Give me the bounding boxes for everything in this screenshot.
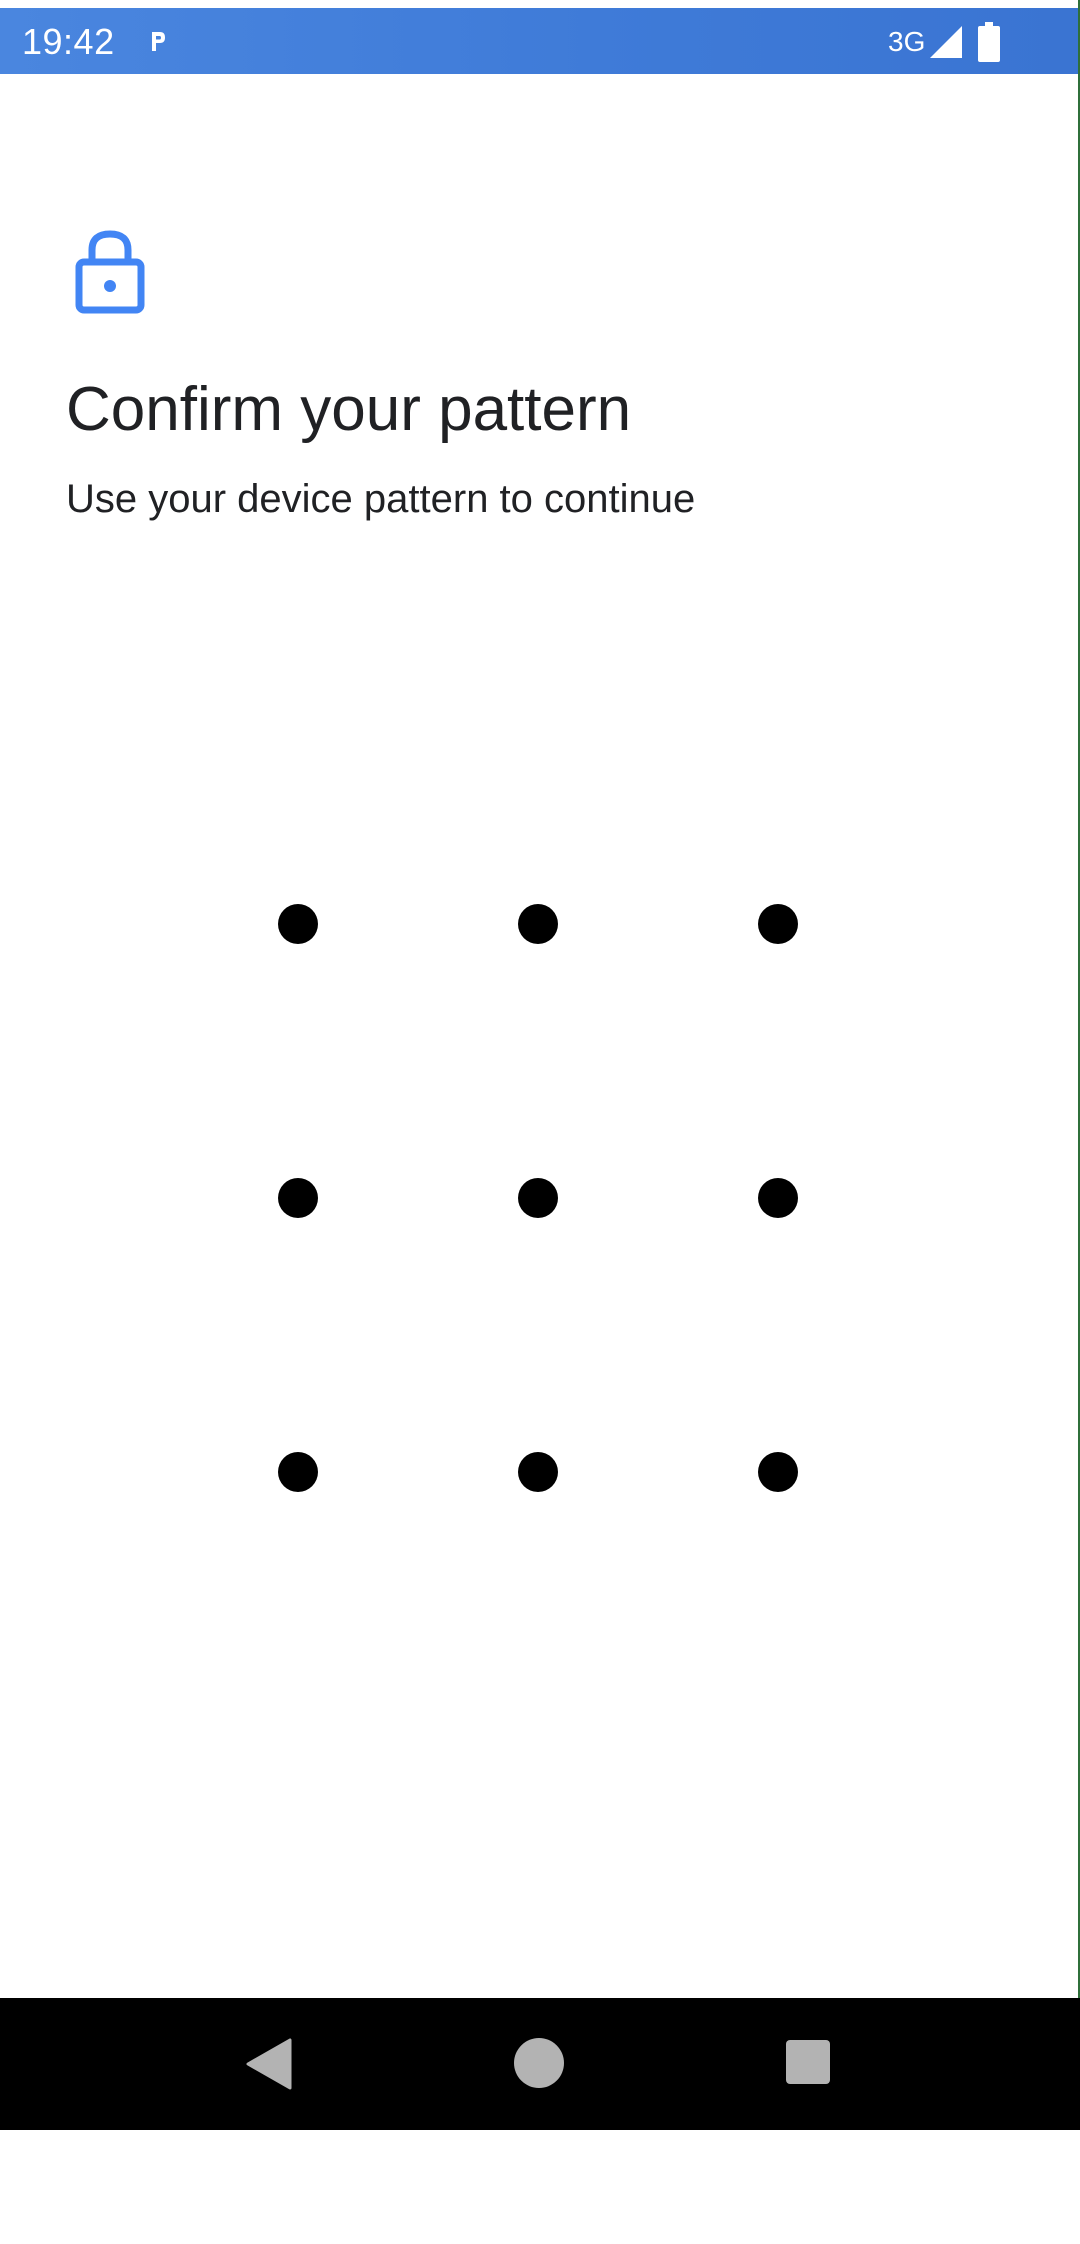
pattern-dot-9[interactable] <box>758 1452 798 1492</box>
pattern-dot-2[interactable] <box>518 904 558 944</box>
pattern-dot-8[interactable] <box>518 1452 558 1492</box>
status-time: 19:42 <box>22 21 115 62</box>
battery-icon <box>978 22 1000 62</box>
network-type-label: 3G <box>888 26 926 57</box>
page-subtitle: Use your device pattern to continue <box>66 477 696 521</box>
page-title: Confirm your pattern <box>66 375 632 444</box>
device-screen: 19:42 3G Confirm your pattern Use your d… <box>0 0 1080 2244</box>
pattern-dot-6[interactable] <box>758 1178 798 1218</box>
pattern-dot-7[interactable] <box>278 1452 318 1492</box>
navigation-bar <box>0 1998 1080 2130</box>
parking-p-icon <box>152 32 165 51</box>
home-button[interactable] <box>514 2038 564 2088</box>
status-bar: 19:42 3G <box>0 8 1078 74</box>
pattern-dot-1[interactable] <box>278 904 318 944</box>
pattern-grid[interactable] <box>176 800 902 1492</box>
lock-icon <box>75 230 145 314</box>
signal-icon <box>930 26 962 58</box>
recents-button[interactable] <box>786 2040 830 2084</box>
pattern-dot-3[interactable] <box>758 904 798 944</box>
pattern-dot-5[interactable] <box>518 1178 558 1218</box>
pattern-dot-4[interactable] <box>278 1178 318 1218</box>
back-button[interactable] <box>244 2038 292 2090</box>
confirm-pattern-screen: 19:42 3G Confirm your pattern Use your d… <box>0 0 1080 2130</box>
